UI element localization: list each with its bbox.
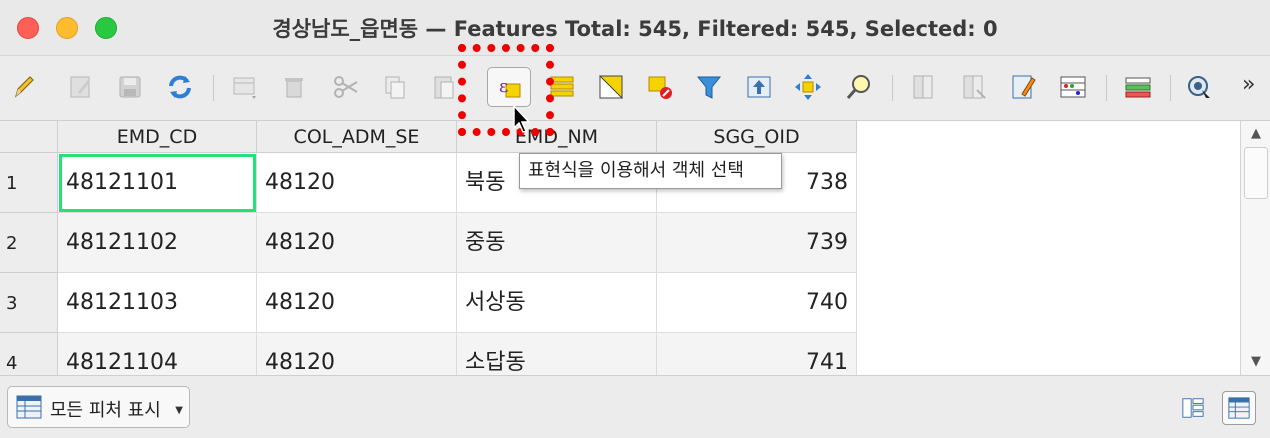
save-edits-button[interactable] [113, 69, 147, 105]
table-cell[interactable]: 48120 [257, 213, 457, 273]
deselect-all-button[interactable] [643, 69, 677, 105]
field-calculator-button[interactable] [1006, 69, 1040, 105]
move-to-top-icon [747, 76, 771, 98]
conditional-formatting-button[interactable] [1056, 69, 1090, 105]
cut-icon [334, 76, 358, 98]
actions-icon [1188, 76, 1210, 98]
delete-feature-button[interactable] [277, 69, 311, 105]
filter-dropdown-label: 모든 피처 표시 [50, 400, 161, 421]
add-feature-icon [233, 77, 256, 99]
delete-icon [285, 78, 303, 98]
actions-button[interactable] [1182, 69, 1216, 105]
row-header[interactable]: 3 [0, 273, 58, 333]
table-cell[interactable]: 741 [657, 333, 857, 375]
reload-icon [169, 75, 191, 99]
filter-button[interactable] [692, 69, 726, 105]
reload-button[interactable] [163, 69, 197, 105]
dock-icon [1125, 77, 1151, 98]
invert-selection-icon [599, 74, 624, 99]
toolbar-separator [1106, 75, 1107, 101]
filter-icon [696, 76, 722, 99]
table-cell[interactable]: 48120 [257, 333, 457, 375]
column-header-col-adm-se[interactable]: COL_ADM_SE [257, 121, 457, 153]
pan-to-selection-button[interactable] [791, 69, 825, 105]
toolbar-separator [1170, 75, 1171, 101]
copy-button[interactable] [378, 69, 412, 105]
scrollbar-thumb[interactable] [1244, 147, 1268, 199]
table-view-icon [1228, 397, 1250, 419]
select-all-icon [550, 76, 574, 97]
new-field-button[interactable] [907, 69, 941, 105]
svg-text:ε: ε [499, 76, 508, 97]
table-cell[interactable]: 740 [657, 273, 857, 333]
scroll-up-arrow-icon[interactable]: ▲ [1241, 123, 1270, 145]
toggle-editing-button[interactable] [6, 69, 40, 105]
deselect-icon [648, 76, 672, 99]
pencil-icon [14, 76, 34, 98]
table-icon [16, 395, 42, 419]
tooltip: 표현식을 이용해서 객체 선택 [519, 153, 782, 189]
form-view-button[interactable] [1176, 391, 1210, 425]
paste-button[interactable] [427, 69, 461, 105]
select-by-expression-icon: ε [499, 76, 521, 98]
row-header[interactable]: 4 [0, 333, 58, 375]
save-edits-icon [119, 76, 141, 98]
column-header-emd-cd[interactable]: EMD_CD [58, 121, 257, 153]
column-header-sgg-oid[interactable]: SGG_OID [657, 121, 857, 153]
move-selection-to-top-button[interactable] [742, 69, 776, 105]
table-cell[interactable]: 48121104 [58, 333, 257, 375]
cut-button[interactable] [329, 69, 363, 105]
bottom-bar: 모든 피처 표시 ▼ [0, 377, 1270, 438]
table-cell[interactable]: 중동 [457, 213, 657, 273]
form-view-icon [1182, 398, 1204, 418]
multi-edit-button[interactable] [64, 69, 98, 105]
field-calculator-icon [1012, 75, 1036, 99]
conditional-formatting-icon [1060, 76, 1086, 98]
zoom-to-selection-button[interactable] [842, 69, 876, 105]
pan-to-selection-icon [795, 74, 821, 100]
new-field-icon [913, 75, 933, 99]
add-feature-button[interactable] [228, 69, 262, 105]
feature-filter-dropdown[interactable]: 모든 피처 표시 ▼ [7, 386, 190, 428]
toolbar-overflow-button[interactable]: » [1242, 72, 1255, 97]
toolbar-separator [892, 75, 893, 101]
chevron-down-icon: ▼ [175, 405, 183, 416]
select-all-button[interactable] [545, 69, 579, 105]
window-title: 경상남도_읍면동 — Features Total: 545, Filtered… [272, 17, 998, 41]
table-cell[interactable]: 48120 [257, 273, 457, 333]
invert-selection-button[interactable] [594, 69, 628, 105]
toolbar-separator [213, 75, 214, 101]
vertical-scrollbar[interactable]: ▲ ▼ [1240, 121, 1270, 375]
mouse-cursor-icon [513, 104, 531, 133]
table-cell[interactable]: 48121102 [58, 213, 257, 273]
table-cell[interactable]: 48121101 [58, 153, 257, 213]
table-cell[interactable]: 서상동 [457, 273, 657, 333]
dock-table-button[interactable] [1121, 69, 1155, 105]
delete-field-icon [963, 75, 986, 99]
row-header[interactable]: 2 [0, 213, 58, 273]
table-cell[interactable]: 48121103 [58, 273, 257, 333]
zoom-to-selection-icon [846, 75, 870, 99]
table-cell[interactable]: 소답동 [457, 333, 657, 375]
copy-icon [385, 76, 405, 99]
paste-icon [434, 76, 454, 99]
edit-multiple-icon [70, 76, 90, 98]
table-cell[interactable]: 48120 [257, 153, 457, 213]
select-by-expression-button[interactable]: ε [487, 67, 531, 107]
scroll-down-arrow-icon[interactable]: ▼ [1241, 351, 1270, 373]
table-corner[interactable] [0, 121, 58, 153]
attribute-toolbar: ε » [0, 57, 1270, 119]
title-bar: 경상남도_읍면동 — Features Total: 545, Filtered… [0, 0, 1270, 56]
delete-field-button[interactable] [957, 69, 991, 105]
row-header[interactable]: 1 [0, 153, 58, 213]
column-header-emd-nm[interactable]: EMD_NM [457, 121, 657, 153]
table-cell[interactable]: 739 [657, 213, 857, 273]
table-view-button[interactable] [1222, 391, 1256, 425]
